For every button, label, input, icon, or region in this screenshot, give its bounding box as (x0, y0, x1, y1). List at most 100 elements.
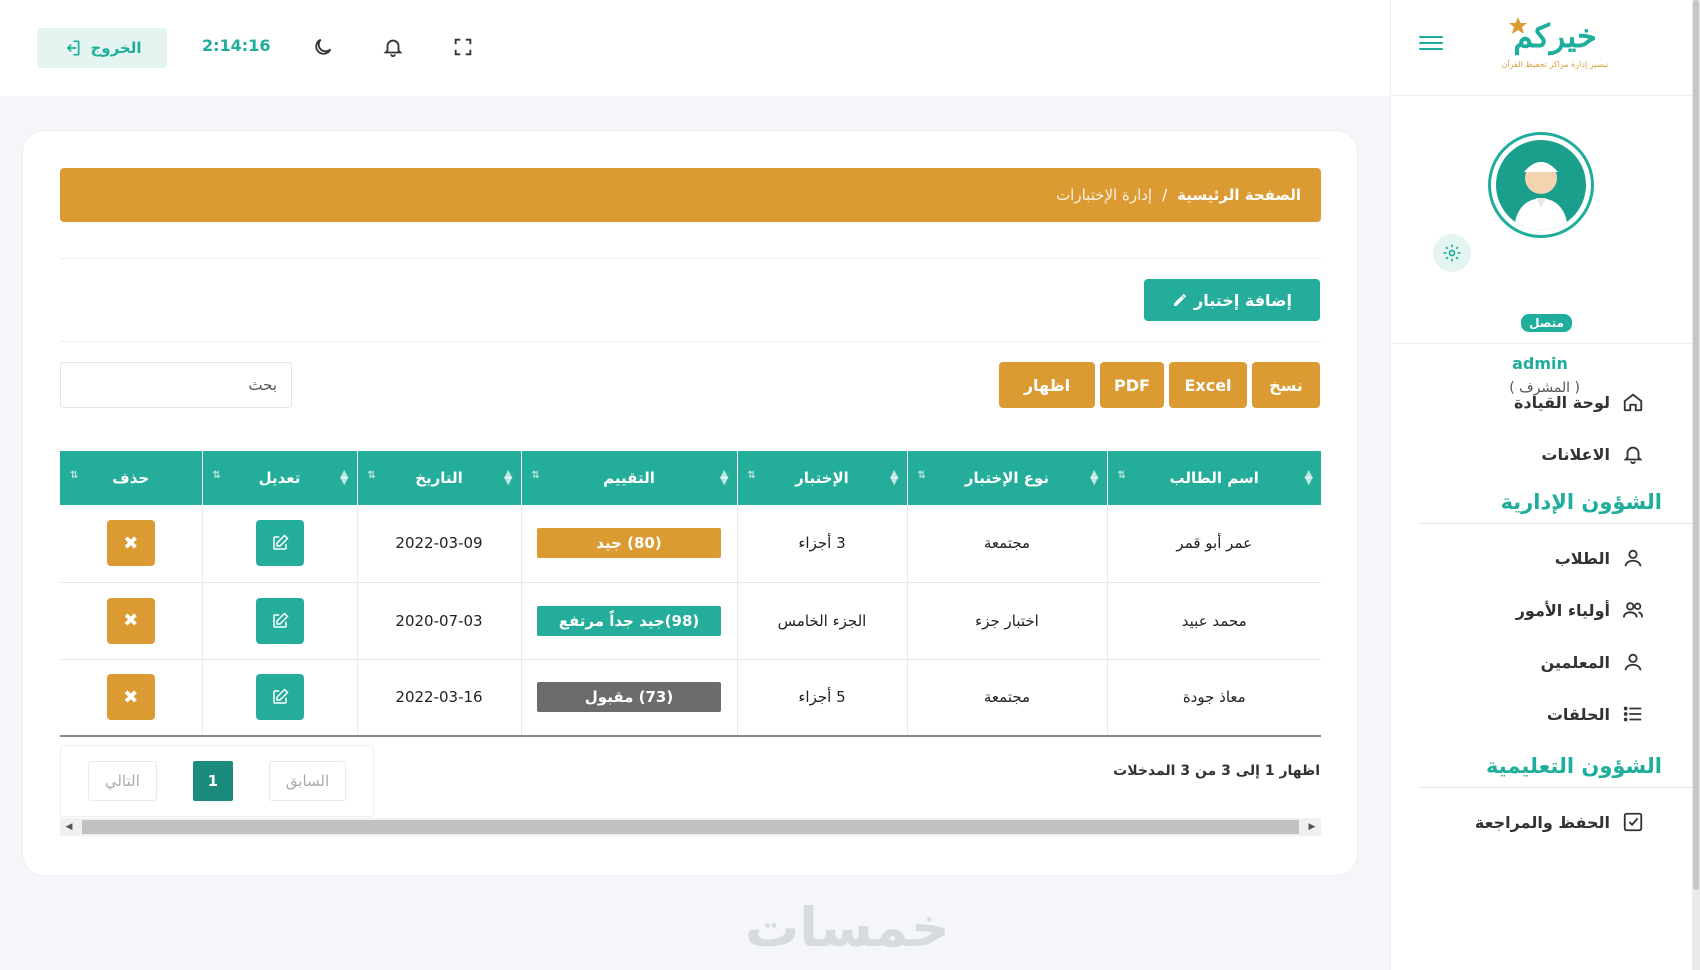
pagination: السابق 1 التالي (60, 745, 374, 817)
app-logo[interactable]: خيركم نيسير إدارة مراكز تحفيظ القرآن (1500, 16, 1610, 80)
column-header-delete[interactable]: حذف ⇅ (60, 451, 202, 505)
sidebar-item-memorization[interactable]: الحفظ والمراجعة (1390, 796, 1700, 848)
bell-icon (383, 39, 403, 58)
delete-button[interactable]: ✖ (106, 520, 155, 567)
close-icon: ✖ (123, 686, 139, 708)
sidebar-item-dashboard[interactable]: لوحة القيادة (1390, 376, 1700, 428)
user-icon (1624, 653, 1642, 671)
user-name: admin (1512, 354, 1568, 373)
fullscreen-button[interactable] (450, 34, 476, 60)
logo-star-icon (1509, 17, 1527, 34)
cell-edit (201, 505, 357, 583)
cell-date: 2022-03-16 (356, 659, 521, 737)
column-header-grade[interactable]: ▲ ▼ التقييم ⇅ (520, 451, 737, 505)
section-title-admin: الشؤون الإدارية (1420, 480, 1700, 524)
edit-icon (272, 611, 289, 628)
user-profile: متصل admin ( المشرف ) (1391, 96, 1700, 396)
breadcrumb-home-link[interactable]: الصفحة الرئيسية (1177, 186, 1301, 204)
sidebar-item-guardians[interactable]: أولياء الأمور (1390, 584, 1700, 636)
grade-badge: (80) جيد (537, 528, 721, 559)
sidebar-item-announcements[interactable]: الاعلانات (1390, 428, 1700, 480)
checkbox-icon (1623, 812, 1643, 832)
excel-button[interactable]: Excel (1169, 362, 1247, 408)
menu-toggle-icon[interactable] (1419, 36, 1443, 58)
breadcrumb: الصفحة الرئيسية / إدارة الإختبارات (60, 168, 1321, 222)
column-header-exam[interactable]: ▲ ▼ الإختبار ⇅ (736, 451, 907, 505)
edit-button[interactable] (255, 520, 304, 567)
column-header-type[interactable]: ▲ ▼ نوع الإختبار ⇅ (906, 451, 1107, 505)
cell-delete: ✖ (60, 582, 202, 660)
logout-button[interactable]: الخروج (37, 28, 167, 68)
divider (60, 258, 1321, 259)
exams-card: الصفحة الرئيسية / إدارة الإختبارات إضافة… (22, 130, 1358, 876)
cell-edit (201, 582, 357, 660)
add-exam-button[interactable]: إضافة إختبار (1144, 279, 1320, 321)
horizontal-scrollbar[interactable]: ◀ ▶ (60, 818, 1321, 836)
brand-header: خيركم نيسير إدارة مراكز تحفيظ القرآن (1391, 0, 1700, 96)
notifications-button[interactable] (380, 34, 406, 60)
logo-tagline: نيسير إدارة مراكز تحفيظ القرآن (1501, 60, 1609, 69)
scrollbar-thumb[interactable] (1693, 0, 1699, 890)
edit-button[interactable] (255, 674, 304, 721)
close-icon: ✖ (123, 610, 139, 631)
column-header-student[interactable]: ▲ ▼ اسم الطالب ⇅ (1106, 451, 1321, 505)
grade-badge: (73) مقبول (537, 682, 721, 713)
page-number-current[interactable]: 1 (192, 761, 233, 801)
scroll-right-arrow-icon[interactable]: ▶ (1303, 818, 1321, 836)
sidebar-item-teachers[interactable]: المعلمين (1390, 636, 1700, 688)
user-avatar-icon (1514, 162, 1568, 230)
scroll-left-arrow-icon[interactable]: ◀ (60, 818, 78, 836)
cell-type: اختبار جزء (906, 582, 1107, 660)
edit-icon (272, 534, 289, 550)
gear-icon (1443, 244, 1461, 262)
sidebar-item-students[interactable]: الطلاب (1390, 532, 1700, 584)
delete-button[interactable]: ✖ (106, 597, 155, 644)
search-input[interactable] (60, 362, 292, 408)
pencil-icon (1174, 294, 1186, 306)
sidebar-item-circles[interactable]: الحلقات (1390, 688, 1700, 740)
cell-delete: ✖ (60, 659, 202, 737)
sidebar-item-label: الحلقات (1546, 704, 1610, 724)
sidebar: خيركم نيسير إدارة مراكز تحفيظ القرآن متص… (1390, 0, 1700, 970)
copy-button[interactable]: نسخ (1252, 362, 1320, 408)
cell-grade: (80) جيد (520, 505, 737, 583)
next-page-button[interactable]: التالي (87, 761, 157, 801)
edit-button[interactable] (255, 597, 304, 644)
section-title-education: الشؤون التعليمية (1420, 744, 1700, 788)
delete-button[interactable]: ✖ (106, 674, 155, 721)
table-row: معاذ جودة مجتمعة 5 أجزاء (73) مقبول 2022… (60, 659, 1321, 737)
exams-table: ▲ ▼ اسم الطالب ⇅ ▲ ▼ نوع الإختبار ⇅ ▲ ▼ الإختبار… (60, 451, 1321, 737)
table-header-row: ▲ ▼ اسم الطالب ⇅ ▲ ▼ نوع الإختبار ⇅ ▲ ▼ الإختبار… (60, 451, 1321, 505)
cell-grade: (73) مقبول (520, 659, 737, 737)
cell-type: مجتمعة (906, 659, 1107, 737)
sidebar-nav: لوحة القيادة الاعلانات الشؤون الإدارية ا… (1390, 376, 1700, 848)
user-icon (1624, 549, 1642, 567)
list-icon (1623, 706, 1642, 722)
column-header-edit[interactable]: ▲ ▼ تعديل ⇅ (201, 451, 357, 505)
export-buttons: نسخ Excel PDF اظهار (999, 362, 1320, 408)
cell-type: مجتمعة (906, 505, 1107, 583)
top-bar: الخروج 2:14:16 (0, 0, 1390, 96)
cell-grade: (98)جيد جداً مرتفع (520, 582, 737, 660)
users-icon (1622, 602, 1644, 618)
column-visibility-button[interactable]: اظهار (999, 362, 1095, 408)
avatar[interactable] (1488, 132, 1594, 238)
edit-icon (272, 688, 289, 704)
fullscreen-icon (454, 38, 472, 56)
sidebar-item-label: الاعلانات (1541, 444, 1610, 464)
cell-edit (201, 659, 357, 737)
column-header-date[interactable]: ▲ ▼ التاريخ ⇅ (356, 451, 521, 505)
pdf-button[interactable]: PDF (1100, 362, 1164, 408)
previous-page-button[interactable]: السابق (268, 761, 347, 801)
logout-label: الخروج (90, 39, 142, 57)
settings-button[interactable] (1433, 234, 1471, 272)
table-row: عمر أبو قمر مجتمعة 3 أجزاء (80) جيد 2022… (60, 505, 1321, 583)
online-status-badge: متصل (1519, 312, 1574, 334)
dark-mode-toggle[interactable] (310, 34, 336, 60)
cell-exam: 3 أجزاء (736, 505, 907, 583)
bell-icon (1623, 446, 1643, 465)
vertical-scrollbar[interactable] (1692, 0, 1700, 970)
scrollbar-thumb[interactable] (82, 820, 1299, 834)
sidebar-item-label: الطلاب (1554, 548, 1610, 568)
watermark-logo: خمسات (745, 896, 950, 959)
